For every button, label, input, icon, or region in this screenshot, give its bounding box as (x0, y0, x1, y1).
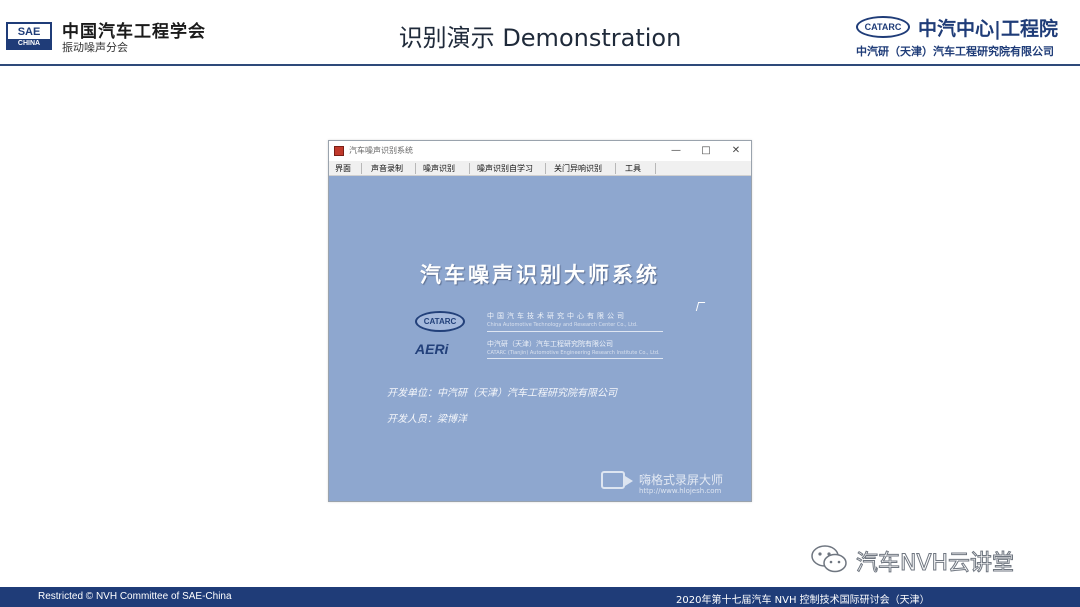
sae-china-logo: SAE CHINA (6, 22, 52, 50)
catarc-name: 中汽中心|工程院 (918, 18, 1058, 40)
menu-item-sound-recording[interactable]: 声音录制 (367, 161, 407, 176)
sae-logo-text: SAE (17, 26, 41, 38)
catarc-app-logo: CATARC (415, 311, 465, 332)
catarc-subname: 中汽研（天津）汽车工程研究院有限公司 (856, 45, 1054, 58)
company-divider (487, 331, 663, 332)
company2-name: 中汽研（天津）汽车工程研究院有限公司 (487, 340, 613, 348)
slide-title: 识别演示 Demonstration (398, 24, 682, 52)
org-subname: 振动噪声分会 (62, 41, 128, 54)
window-titlebar[interactable]: 汽车噪声识别系统 — □ ✕ (329, 141, 751, 161)
menu-item-door-noise[interactable]: 关门异响识别 (550, 161, 606, 176)
slide-header: SAE CHINA 中国汽车工程学会 振动噪声分会 识别演示 Demonstra… (0, 0, 1080, 66)
company1-name: 中国汽车技术研究中心有限公司 (487, 312, 627, 320)
footer-copyright: Restricted © NVH Committee of SAE-China (38, 591, 232, 602)
footer-conference: 2020年第十七届汽车 NVH 控制技术国际研讨会（天津） (676, 595, 930, 606)
menu-item-interface[interactable]: 界面 (331, 161, 355, 176)
recorder-watermark-url: http://www.hlojesh.com (639, 487, 722, 495)
catarc-logo: CATARC (856, 16, 910, 38)
header-divider (0, 64, 1080, 66)
sae-logo-subtext: CHINA (8, 39, 50, 48)
video-camera-icon (601, 471, 633, 489)
menu-separator (615, 163, 616, 174)
menu-bar: 界面 声音录制 噪声识别 噪声识别自学习 关门异响识别 工具 (329, 161, 751, 176)
menu-item-tools[interactable]: 工具 (621, 161, 645, 176)
company2-english-name: CATARC (Tianjin) Automotive Engineering … (487, 350, 660, 356)
wechat-icon (811, 545, 847, 573)
menu-separator (361, 163, 362, 174)
close-button[interactable]: ✕ (725, 143, 747, 159)
window-title: 汽车噪声识别系统 (349, 146, 413, 155)
company1-english-name: China Automotive Technology and Research… (487, 322, 638, 328)
menu-item-noise-recognition[interactable]: 噪声识别 (419, 161, 459, 176)
slide-footer: Restricted © NVH Committee of SAE-China … (0, 587, 1080, 607)
app-window: 汽车噪声识别系统 — □ ✕ 界面 声音录制 噪声识别 噪声识别自学习 关门异响… (328, 140, 752, 502)
menu-item-self-learning[interactable]: 噪声识别自学习 (473, 161, 537, 176)
menu-separator (655, 163, 656, 174)
app-icon (334, 146, 344, 156)
menu-separator (469, 163, 470, 174)
minimize-button[interactable]: — (665, 143, 687, 159)
menu-separator (415, 163, 416, 174)
app-heading: 汽车噪声识别大师系统 (420, 262, 660, 287)
company-divider (487, 358, 663, 359)
developer-unit: 开发单位：中汽研（天津）汽车工程研究院有限公司 (387, 388, 617, 399)
maximize-button[interactable]: □ (695, 143, 717, 159)
developer-person: 开发人员：梁博洋 (387, 414, 467, 425)
menu-separator (545, 163, 546, 174)
wechat-account-name: 汽车NVH云讲堂 (855, 551, 1015, 577)
mouse-cursor-icon (695, 302, 706, 311)
recorder-watermark-name: 嗨格式录屏大师 (639, 473, 724, 487)
aeri-logo: AERi (415, 341, 449, 357)
